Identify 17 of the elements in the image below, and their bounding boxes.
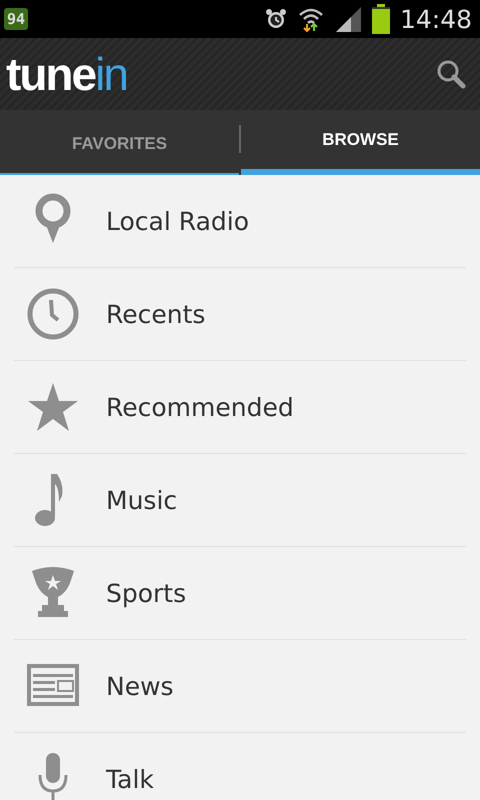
browse-list-item[interactable]: Talk xyxy=(14,733,466,800)
notification-badge: 94 xyxy=(4,8,28,30)
battery-icon xyxy=(372,4,390,34)
alarm-clock-icon xyxy=(264,7,288,31)
clock-time: 14:48 xyxy=(400,4,472,34)
tab[interactable]: BROWSE xyxy=(241,110,480,175)
tab[interactable]: FAVORITES xyxy=(0,110,239,175)
signal-icon xyxy=(334,5,362,33)
browse-list-item[interactable]: Sports xyxy=(14,547,466,640)
tunein-logo: tunein xyxy=(6,47,127,101)
browse-list-item[interactable]: Music xyxy=(14,454,466,547)
search-icon[interactable] xyxy=(436,59,466,89)
browse-list-item[interactable]: Recommended xyxy=(14,361,466,454)
wifi-icon xyxy=(298,6,324,32)
browse-list-item[interactable]: Local Radio xyxy=(14,175,466,268)
browse-list-item[interactable]: News xyxy=(14,640,466,733)
browse-list-item[interactable]: Recents xyxy=(14,268,466,361)
